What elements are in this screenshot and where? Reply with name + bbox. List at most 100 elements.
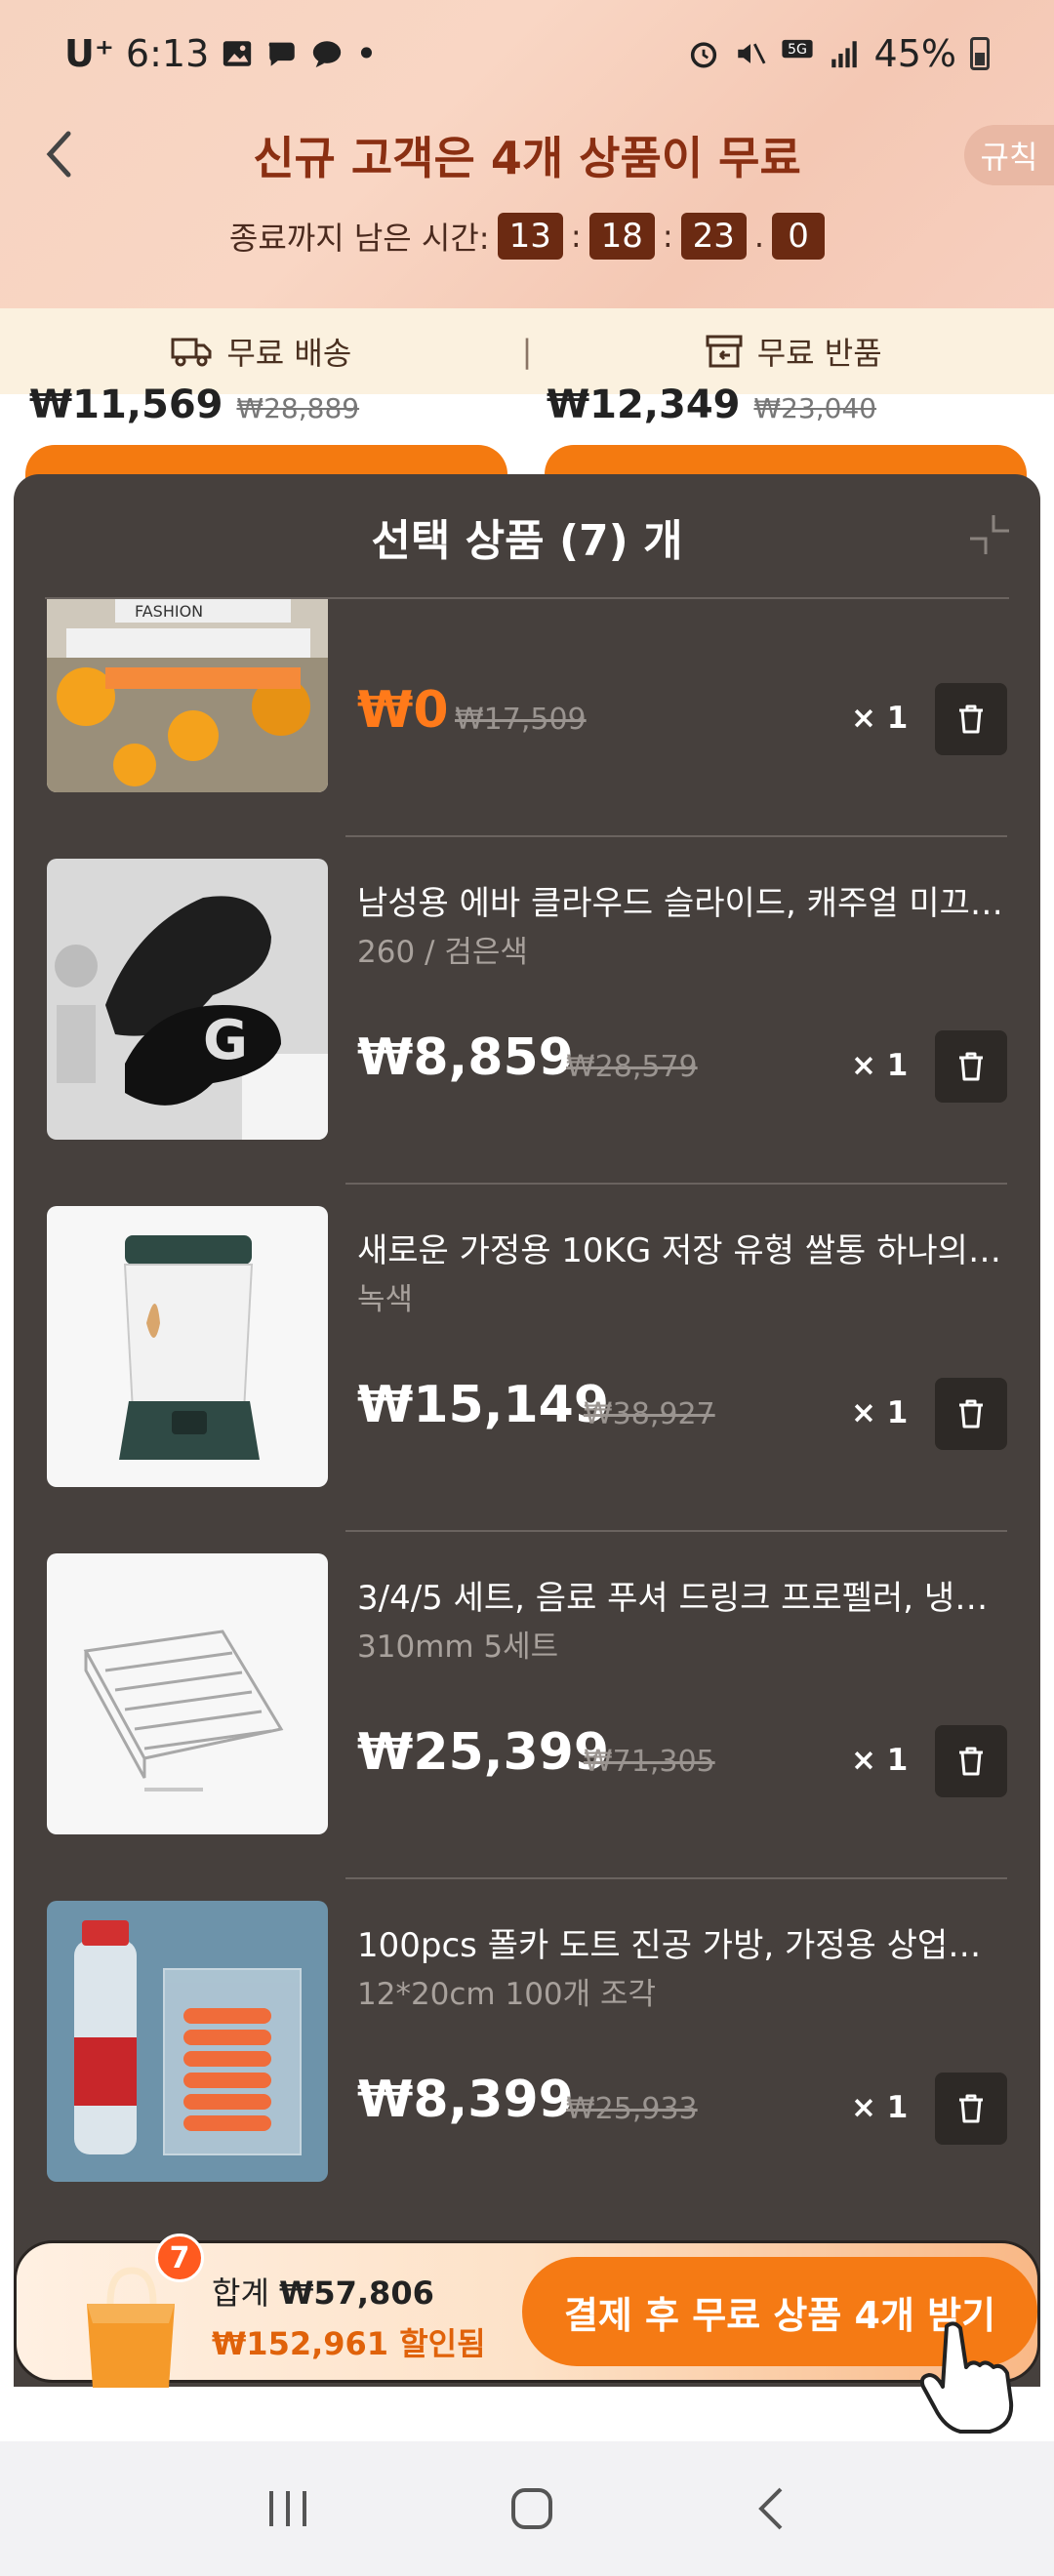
item-price: ₩25,399 [357, 1723, 610, 1782]
trash-icon [959, 1747, 983, 1776]
delete-button[interactable] [935, 1725, 1007, 1797]
underwear-image: FASHION [47, 599, 328, 792]
mute-icon [737, 43, 765, 64]
item-old-price: ₩25,933 [566, 2092, 698, 2126]
home-icon[interactable] [508, 2485, 555, 2532]
product-image[interactable] [47, 1553, 328, 1834]
list-item: 100pcs 폴카 도트 진공 가방, 가정용 상업용 보관 12*20cm 1… [14, 1879, 1040, 2227]
list-item: G 남성용 에바 클라우드 슬라이드, 캐주얼 미끄럼 방지 260 / 검은색… [14, 837, 1040, 1185]
svg-text:FASHION: FASHION [135, 602, 203, 621]
5g-icon: 5G [781, 39, 813, 59]
shopping-bag-icon [87, 2267, 175, 2388]
item-price: ₩15,149 [357, 1376, 610, 1434]
free-returns-label: 무료 반품 [756, 335, 882, 372]
trash-icon [959, 1052, 983, 1081]
benefits-divider: | [521, 333, 533, 370]
free-returns: 무료 반품 [532, 329, 1054, 374]
system-navigation-bar [0, 2441, 1054, 2576]
total-amount: ₩57,806 [279, 2274, 434, 2312]
free-shipping-label: 무료 배송 [226, 335, 352, 372]
item-quantity: × 1 [851, 1743, 909, 1778]
item-variant[interactable]: 310mm 5세트 [357, 1622, 558, 1666]
product-image[interactable]: FASHION [47, 599, 328, 792]
background-product-prices: ₩11,569 ₩28,889 ₩12,349 ₩23,040 [0, 382, 1054, 431]
item-variant[interactable]: 260 / 검은색 [357, 927, 528, 971]
chat-icon [268, 42, 296, 66]
countdown-tenths: 0 [772, 213, 826, 260]
truck-icon [171, 338, 212, 367]
collapse-button[interactable] [964, 509, 1015, 560]
alarm-icon [690, 42, 716, 68]
delete-button[interactable] [935, 1378, 1007, 1450]
item-variant[interactable]: 녹색 [357, 1274, 413, 1318]
recent-apps-icon[interactable] [264, 2487, 312, 2530]
item-quantity: × 1 [851, 701, 909, 736]
svg-text:5G: 5G [788, 42, 807, 58]
selected-items-list[interactable]: FASHION ₩0 ₩17,509 × 1 G 남성용 에바 클라우드 슬라이… [14, 599, 1040, 2258]
return-box-icon [706, 335, 743, 368]
battery-icon [970, 37, 990, 70]
svg-text:G: G [203, 1009, 248, 1072]
vacuum-bag-image [47, 1901, 328, 2182]
item-quantity: × 1 [851, 2090, 909, 2125]
cart-count-badge: 7 [155, 2234, 204, 2282]
product-image[interactable] [47, 1901, 328, 2182]
rules-button[interactable]: 규칙 [964, 125, 1054, 185]
item-old-price: ₩38,927 [584, 1397, 715, 1431]
item-name[interactable]: 남성용 에바 클라우드 슬라이드, 캐주얼 미끄럼 방지 [357, 876, 1011, 924]
list-item: 새로운 가정용 10KG 저장 유형 쌀통 하나의 디스펜서 녹색 ₩15,14… [14, 1185, 1040, 1532]
battery-percent: 45% [873, 32, 956, 75]
total-row: 합계 ₩57,806 [212, 2269, 434, 2314]
item-price: ₩8,859 [357, 1028, 574, 1087]
delete-button[interactable] [935, 1030, 1007, 1103]
back-nav-icon[interactable] [751, 2485, 790, 2532]
product-image[interactable]: G [47, 859, 328, 1140]
selected-items-sheet: 선택 상품 (7) 개 FASHION ₩0 ₩17,509 × 1 G 남성용… [14, 474, 1040, 2387]
item-old-price: ₩17,509 [455, 703, 587, 737]
gallery-icon [223, 41, 252, 66]
item-price: ₩0 [357, 681, 449, 740]
discount-amount: ₩152,961 할인됨 [212, 2325, 486, 2362]
bg-price-right: ₩12,349 ₩23,040 [547, 382, 877, 427]
signal-icon [831, 41, 857, 68]
status-bar: U⁺ 6:13 • 5G 45% [0, 0, 1054, 107]
countdown-seconds: 23 [680, 213, 747, 260]
slides-image: G [47, 859, 328, 1140]
dot-icon: • [355, 32, 378, 75]
countdown-hours: 13 [497, 213, 563, 260]
delete-button[interactable] [935, 2073, 1007, 2145]
messenger-icon [313, 41, 342, 68]
trash-icon [959, 2094, 983, 2123]
countdown-label: 종료까지 남은 시간: [228, 220, 490, 257]
item-name[interactable]: 100pcs 폴카 도트 진공 가방, 가정용 상업용 보관 [357, 1918, 1011, 1966]
free-shipping: 무료 배송 [0, 329, 522, 374]
time-label: 6:13 [125, 32, 210, 75]
trash-icon [959, 704, 983, 734]
total-label: 합계 [212, 2274, 269, 2312]
promo-header: U⁺ 6:13 • 5G 45% 신규 고객은 4개 상품이 무료 규칙 종료까… [0, 0, 1054, 308]
item-quantity: × 1 [851, 1048, 909, 1083]
bg-price-left: ₩11,569 ₩28,889 [29, 382, 360, 427]
collapse-icon [970, 515, 1009, 554]
delete-button[interactable] [935, 683, 1007, 755]
item-variant[interactable]: 12*20cm 100개 조각 [357, 1969, 656, 2013]
rice-dispenser-image [47, 1206, 328, 1487]
countdown-timer: 종료까지 남은 시간: 13 : 18 : 23 . 0 [0, 213, 1054, 260]
list-item: FASHION ₩0 ₩17,509 × 1 [14, 599, 1040, 837]
item-price: ₩8,399 [357, 2071, 574, 2129]
list-item: 3/4/5 세트, 음료 푸셔 드링크 프로펠러, 냉장고 정리 310mm 5… [14, 1532, 1040, 1879]
item-quantity: × 1 [851, 1395, 909, 1430]
checkout-bar: 7 합계 ₩57,806 ₩152,961 할인됨 결제 후 무료 상품 4개 … [14, 2234, 1040, 2388]
item-name[interactable]: 3/4/5 세트, 음료 푸셔 드링크 프로펠러, 냉장고 정리 [357, 1571, 1011, 1619]
trash-icon [959, 1399, 983, 1429]
pointing-hand-icon [919, 2321, 1014, 2434]
item-old-price: ₩71,305 [584, 1745, 715, 1779]
sheet-title: 선택 상품 (7) 개 [371, 516, 683, 566]
drink-pusher-image [47, 1553, 328, 1834]
product-image[interactable] [47, 1206, 328, 1487]
item-old-price: ₩28,579 [566, 1050, 698, 1084]
item-name[interactable]: 새로운 가정용 10KG 저장 유형 쌀통 하나의 디스펜서 [357, 1224, 1011, 1271]
carrier-label: U⁺ [64, 32, 114, 75]
countdown-minutes: 18 [588, 213, 655, 260]
page-title: 신규 고객은 4개 상품이 무료 [253, 132, 801, 184]
